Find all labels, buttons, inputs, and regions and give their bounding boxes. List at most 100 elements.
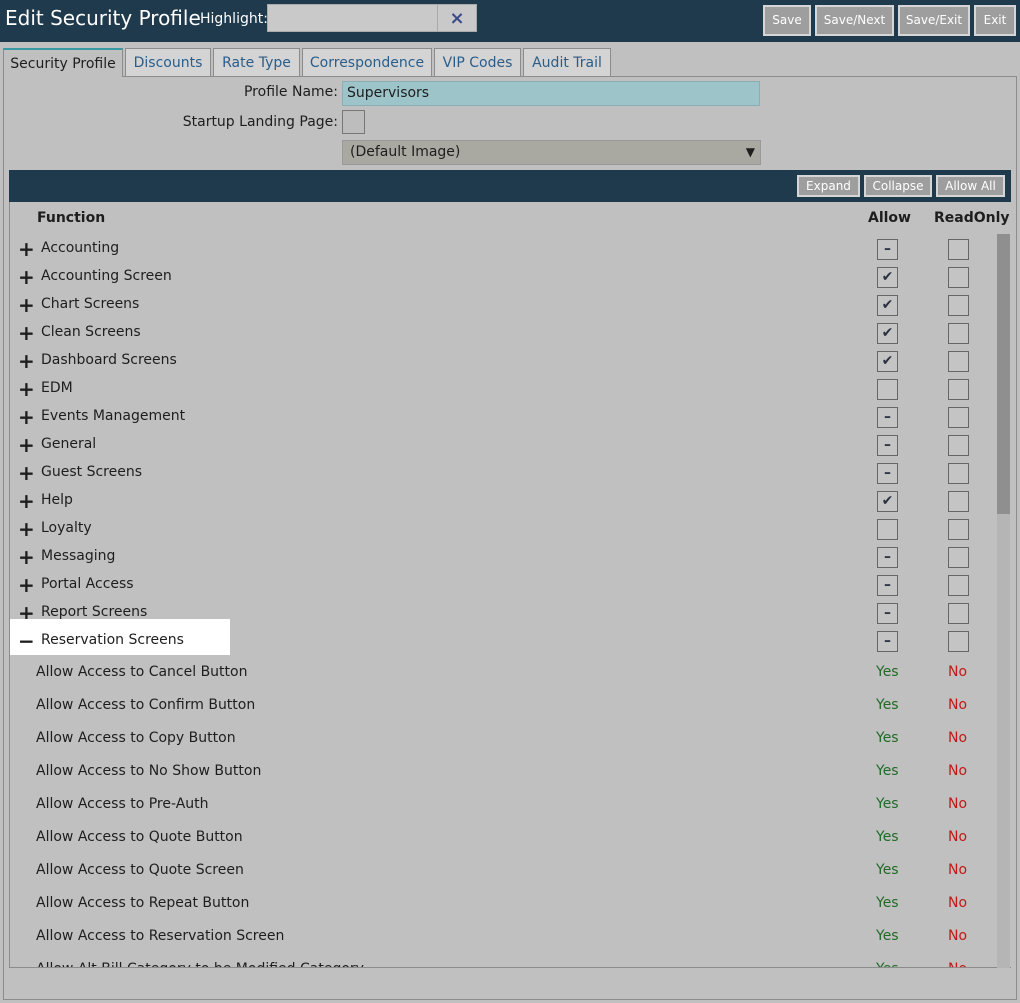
readonly-value[interactable]: No xyxy=(948,829,967,845)
readonly-value[interactable]: No xyxy=(948,664,967,680)
function-row[interactable]: + Help xyxy=(10,489,1000,517)
allow-value[interactable]: Yes xyxy=(876,730,899,746)
readonly-checkbox[interactable] xyxy=(948,519,969,540)
expand-icon[interactable]: + xyxy=(18,547,35,567)
collapse-button[interactable]: Collapse xyxy=(864,175,932,197)
allow-all-button[interactable]: Allow All xyxy=(936,175,1005,197)
readonly-value[interactable]: No xyxy=(948,796,967,812)
allow-value[interactable]: Yes xyxy=(876,829,899,845)
function-name: Accounting Screen xyxy=(41,268,172,284)
tab-security-profile[interactable]: Security Profile xyxy=(3,48,123,77)
expand-icon[interactable]: + xyxy=(18,519,35,539)
expand-icon[interactable]: + xyxy=(18,239,35,259)
allow-checkbox[interactable]: ✔ xyxy=(877,491,898,512)
function-row[interactable]: + Chart Screens xyxy=(10,293,1000,321)
function-row[interactable]: + Clean Screens xyxy=(10,321,1000,349)
expand-icon[interactable]: + xyxy=(18,491,35,511)
function-row[interactable]: − Reservation Screens xyxy=(10,619,230,655)
expand-icon[interactable]: + xyxy=(18,575,35,595)
allow-checkbox[interactable]: – xyxy=(877,575,898,596)
function-row[interactable]: + Guest Screens xyxy=(10,461,1000,489)
readonly-checkbox[interactable] xyxy=(948,463,969,484)
scrollbar-thumb[interactable] xyxy=(997,234,1010,514)
allow-checkbox[interactable]: – xyxy=(877,435,898,456)
expand-icon[interactable]: + xyxy=(18,463,35,483)
allow-checkbox[interactable] xyxy=(877,519,898,540)
function-row[interactable]: + Messaging xyxy=(10,545,1000,573)
function-row[interactable]: + Events Management xyxy=(10,405,1000,433)
allow-value[interactable]: Yes xyxy=(876,895,899,911)
readonly-checkbox[interactable] xyxy=(948,351,969,372)
readonly-value[interactable]: No xyxy=(948,697,967,713)
allow-value[interactable]: Yes xyxy=(876,961,899,967)
readonly-checkbox[interactable] xyxy=(948,547,969,568)
expand-icon[interactable]: + xyxy=(18,379,35,399)
expand-icon[interactable]: + xyxy=(18,407,35,427)
readonly-value[interactable]: No xyxy=(948,928,967,944)
function-name: Report Screens xyxy=(41,604,148,620)
tab-vip-codes[interactable]: VIP Codes xyxy=(434,48,521,76)
allow-checkbox[interactable]: ✔ xyxy=(877,323,898,344)
expand-icon[interactable]: + xyxy=(18,267,35,287)
tab-discounts[interactable]: Discounts xyxy=(125,48,211,76)
allow-value[interactable]: Yes xyxy=(876,928,899,944)
function-row[interactable]: + Loyalty xyxy=(10,517,1000,545)
expand-icon[interactable]: + xyxy=(18,435,35,455)
readonly-checkbox[interactable] xyxy=(948,603,969,624)
tab-rate-type[interactable]: Rate Type xyxy=(213,48,300,76)
readonly-value[interactable]: No xyxy=(948,763,967,779)
permission-row: Allow Alt Bill Category to be Modified C… xyxy=(10,961,1000,967)
tab-correspondence[interactable]: Correspondence xyxy=(302,48,432,76)
tab-audit-trail[interactable]: Audit Trail xyxy=(523,48,611,76)
allow-value[interactable]: Yes xyxy=(876,796,899,812)
function-row[interactable]: + EDM xyxy=(10,377,1000,405)
save-next-button[interactable]: Save/Next xyxy=(815,5,894,36)
function-row[interactable]: + Portal Access xyxy=(10,573,1000,601)
function-row[interactable]: + Accounting xyxy=(10,237,1000,265)
profile-name-input[interactable]: Supervisors xyxy=(342,81,760,106)
readonly-checkbox[interactable] xyxy=(948,435,969,456)
readonly-checkbox[interactable] xyxy=(948,631,969,652)
allow-value[interactable]: Yes xyxy=(876,697,899,713)
allow-checkbox[interactable] xyxy=(877,379,898,400)
allow-checkbox[interactable]: – xyxy=(877,407,898,428)
function-row[interactable]: + General xyxy=(10,433,1000,461)
readonly-checkbox[interactable] xyxy=(948,323,969,344)
function-row[interactable]: + Dashboard Screens xyxy=(10,349,1000,377)
readonly-checkbox[interactable] xyxy=(948,575,969,596)
readonly-checkbox[interactable] xyxy=(948,267,969,288)
readonly-value[interactable]: No xyxy=(948,730,967,746)
readonly-value[interactable]: No xyxy=(948,895,967,911)
allow-checkbox[interactable]: – xyxy=(877,239,898,260)
save-exit-button[interactable]: Save/Exit xyxy=(898,5,970,36)
expand-icon[interactable]: + xyxy=(18,351,35,371)
readonly-checkbox[interactable] xyxy=(948,295,969,316)
readonly-value[interactable]: No xyxy=(948,961,967,967)
allow-checkbox[interactable]: – xyxy=(877,463,898,484)
allow-value[interactable]: Yes xyxy=(876,664,899,680)
readonly-checkbox[interactable] xyxy=(948,379,969,400)
landing-page-checkbox[interactable] xyxy=(342,110,365,134)
exit-button[interactable]: Exit xyxy=(974,5,1016,36)
readonly-checkbox[interactable] xyxy=(948,491,969,512)
function-row[interactable]: + Accounting Screen xyxy=(10,265,1000,293)
allow-checkbox[interactable]: ✔ xyxy=(877,295,898,316)
allow-value[interactable]: Yes xyxy=(876,862,899,878)
allow-checkbox[interactable]: ✔ xyxy=(877,267,898,288)
highlight-input[interactable] xyxy=(267,4,439,32)
save-button[interactable]: Save xyxy=(763,5,811,36)
image-select[interactable]: (Default Image) ▼ xyxy=(342,140,761,165)
allow-value[interactable]: Yes xyxy=(876,763,899,779)
expand-icon[interactable]: + xyxy=(18,295,35,315)
allow-checkbox[interactable]: ✔ xyxy=(877,351,898,372)
readonly-value[interactable]: No xyxy=(948,862,967,878)
readonly-checkbox[interactable] xyxy=(948,239,969,260)
collapse-icon[interactable]: − xyxy=(18,631,35,651)
allow-checkbox[interactable]: – xyxy=(877,631,898,652)
expand-button[interactable]: Expand xyxy=(797,175,860,197)
allow-checkbox[interactable]: – xyxy=(877,547,898,568)
allow-checkbox[interactable]: – xyxy=(877,603,898,624)
readonly-checkbox[interactable] xyxy=(948,407,969,428)
expand-icon[interactable]: + xyxy=(18,323,35,343)
clear-icon[interactable]: × xyxy=(437,4,477,32)
